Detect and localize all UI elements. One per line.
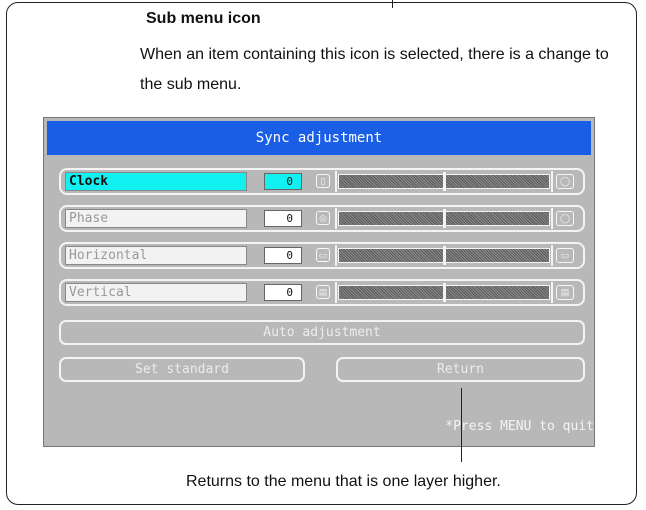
menu-row-phase[interactable]: Phase 0 ◎ ◯	[59, 205, 585, 232]
sync-adjustment-menu: Sync adjustment Clock 0 ▯ ◯ Phase 0 ◎ ◯ …	[43, 117, 595, 447]
horizontal-position-icon: ▭	[316, 248, 330, 262]
clock-icon: ▯	[316, 174, 330, 188]
slider-right-tick	[551, 245, 553, 266]
sub-menu-icon-note-body: When an item containing this icon is sel…	[140, 46, 609, 93]
sub-menu-icon-note-title: Sub menu icon	[146, 10, 261, 27]
slider-right-tick	[551, 208, 553, 229]
menu-row-value: 0	[264, 284, 302, 301]
auto-adjustment-button[interactable]: Auto adjustment	[59, 320, 585, 345]
phase-slider[interactable]	[335, 208, 553, 229]
slider-thumb[interactable]	[443, 246, 446, 265]
slider-thumb[interactable]	[443, 283, 446, 302]
circle-icon: ◯	[556, 174, 574, 189]
horizontal-position-icon: ▭	[556, 248, 574, 263]
menu-row-vertical[interactable]: Vertical 0 ▤ ▤	[59, 279, 585, 306]
return-pointer-line	[461, 388, 462, 462]
menu-row-horizontal[interactable]: Horizontal 0 ▭ ▭	[59, 242, 585, 269]
circle-icon: ◯	[556, 211, 574, 226]
slider-right-tick	[551, 282, 553, 303]
menu-row-label: Vertical	[65, 283, 247, 302]
phase-icon: ◎	[316, 211, 330, 225]
quit-hint: *Press MENU to quit	[445, 419, 594, 434]
horizontal-slider[interactable]	[335, 245, 553, 266]
slider-thumb[interactable]	[443, 209, 446, 228]
slider-right-tick	[551, 171, 553, 192]
slider-left-tick	[335, 282, 337, 303]
slider-left-tick	[335, 208, 337, 229]
clock-slider[interactable]	[335, 171, 553, 192]
menu-row-clock[interactable]: Clock 0 ▯ ◯	[59, 168, 585, 195]
return-button[interactable]: Return	[336, 357, 585, 382]
menu-title: Sync adjustment	[47, 121, 591, 155]
set-standard-button[interactable]: Set standard	[59, 357, 305, 382]
vertical-position-icon: ▤	[556, 285, 574, 300]
return-note: Returns to the menu that is one layer hi…	[186, 473, 501, 490]
slider-thumb[interactable]	[443, 172, 446, 191]
callout-pointer-line	[392, 0, 393, 8]
vertical-position-icon: ▤	[316, 285, 330, 299]
slider-left-tick	[335, 171, 337, 192]
vertical-slider[interactable]	[335, 282, 553, 303]
menu-row-label: Clock	[65, 172, 247, 191]
menu-row-label: Phase	[65, 209, 247, 228]
menu-row-value: 0	[264, 247, 302, 264]
slider-left-tick	[335, 245, 337, 266]
menu-row-value: 0	[264, 210, 302, 227]
menu-row-value: 0	[264, 173, 302, 190]
menu-row-label: Horizontal	[65, 246, 247, 265]
